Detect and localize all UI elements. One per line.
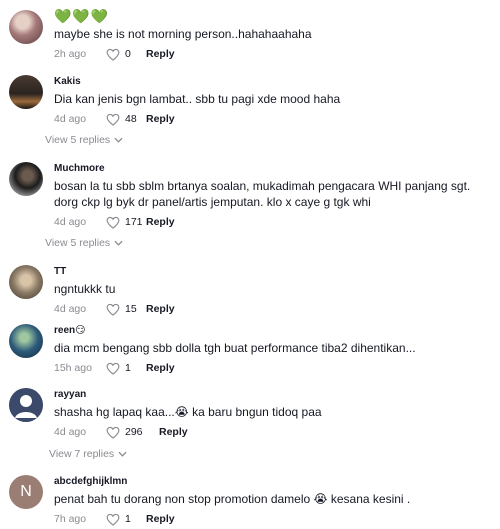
view-replies-button[interactable]: View 7 replies [49, 448, 127, 460]
username[interactable]: reen😏 [54, 324, 492, 337]
reply-button[interactable]: Reply [159, 426, 188, 438]
comment-meta: 7h ago 1 Reply [54, 511, 492, 527]
chevron-down-icon [114, 137, 123, 143]
comment-time: 7h ago [54, 513, 87, 525]
comment-time: 15h ago [54, 362, 92, 374]
comment-text: maybe she is not morning person..hahahaa… [54, 27, 312, 41]
avatar[interactable] [9, 75, 43, 109]
like-count: 1 [125, 513, 131, 525]
avatar[interactable] [9, 265, 43, 299]
comment-meta: 4d ago 48 Reply [54, 111, 492, 127]
chevron-down-icon [118, 451, 127, 457]
comment-time: 4d ago [54, 216, 87, 228]
like-button[interactable]: 48 [106, 113, 146, 126]
comment-text: Dia kan jenis bgn lambat.. sbb tu pagi x… [54, 92, 341, 106]
avatar[interactable] [9, 10, 43, 44]
reply-button[interactable]: Reply [146, 216, 175, 228]
username[interactable]: abcdefghijklmn [54, 475, 492, 488]
default-user-icon [9, 388, 43, 422]
comment-meta: 2h ago 0 Reply [54, 46, 492, 62]
username[interactable]: TT [54, 265, 492, 278]
comment-text: ngntukkk tu [54, 282, 116, 296]
chevron-down-icon [114, 240, 123, 246]
reply-button[interactable]: Reply [146, 303, 175, 315]
comment-meta: 15h ago 1 Reply [54, 360, 492, 376]
avatar[interactable] [9, 324, 43, 358]
username[interactable]: Muchmore [54, 162, 492, 175]
view-replies-label: View 7 replies [49, 448, 115, 460]
like-button[interactable]: 171 [106, 216, 146, 229]
reply-button[interactable]: Reply [146, 513, 175, 525]
avatar-letter: N [20, 483, 32, 500]
like-count: 15 [125, 303, 137, 315]
like-count: 171 [125, 216, 143, 228]
comment-text: penat bah tu dorang non stop promotion d… [54, 492, 411, 506]
heart-outline-icon [106, 513, 120, 526]
comment-meta: 4d ago 15 Reply [54, 301, 492, 317]
avatar[interactable]: N [9, 475, 43, 509]
comment-text: bosan la tu sbb sblm brtanya soalan, muk… [54, 179, 471, 209]
like-count: 296 [125, 426, 143, 438]
comment-text: shasha hg lapaq kaa...😭 ka baru bngun ti… [54, 405, 322, 419]
avatar[interactable] [9, 162, 43, 196]
like-button[interactable]: 1 [106, 362, 146, 375]
view-replies-button[interactable]: View 5 replies [45, 237, 123, 249]
comment-time: 4d ago [54, 303, 87, 315]
reply-button[interactable]: Reply [146, 48, 175, 60]
heart-outline-icon [106, 362, 120, 375]
comment-meta: 4d ago 171 Reply [54, 214, 492, 230]
reply-button[interactable]: Reply [146, 113, 175, 125]
reply-button[interactable]: Reply [146, 362, 175, 374]
avatar[interactable] [9, 388, 43, 422]
like-button[interactable]: 1 [106, 513, 146, 526]
username[interactable]: rayyan [54, 388, 492, 401]
comment-text: dia mcm bengang sbb dolla tgh buat perfo… [54, 341, 416, 355]
comment-time: 2h ago [54, 48, 87, 60]
comment-meta: 4d ago 296 Reply [54, 424, 492, 440]
like-count: 0 [125, 48, 131, 60]
view-replies-button[interactable]: View 5 replies [45, 134, 123, 146]
heart-outline-icon [106, 48, 120, 61]
heart-outline-icon [106, 303, 120, 316]
heart-outline-icon [106, 216, 120, 229]
view-replies-label: View 5 replies [45, 134, 111, 146]
comment-time: 4d ago [54, 426, 87, 438]
heart-outline-icon [106, 113, 120, 126]
like-count: 48 [125, 113, 137, 125]
like-button[interactable]: 15 [106, 303, 146, 316]
like-count: 1 [125, 362, 131, 374]
like-button[interactable]: 0 [106, 48, 146, 61]
username[interactable]: 💚💚💚 [54, 9, 492, 23]
username[interactable]: Kakis [54, 75, 492, 88]
view-replies-label: View 5 replies [45, 237, 111, 249]
heart-outline-icon [106, 426, 120, 439]
comment-time: 4d ago [54, 113, 87, 125]
like-button[interactable]: 296 [106, 426, 159, 439]
